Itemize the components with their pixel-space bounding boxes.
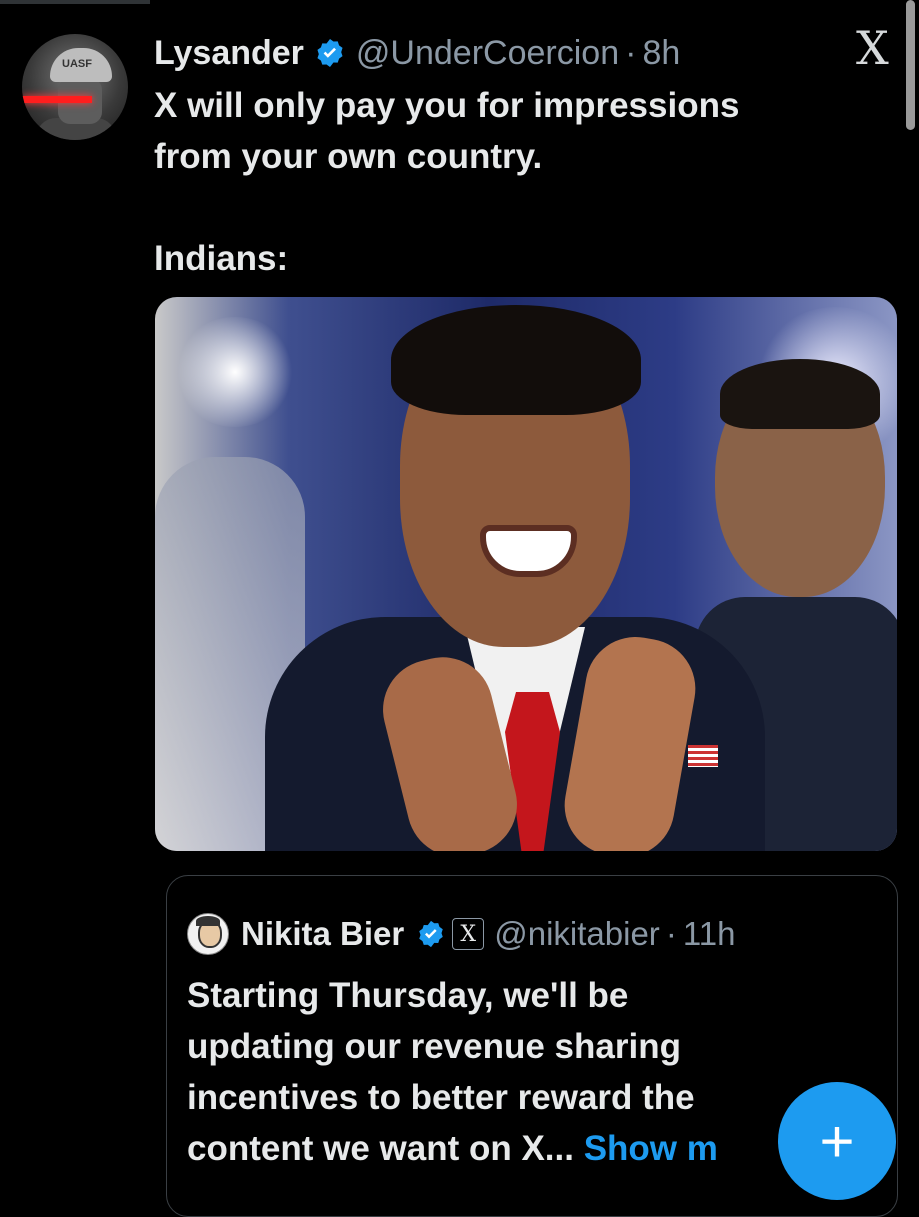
top-divider (0, 0, 150, 4)
tweet-text: X will only pay you for impressions from… (154, 80, 854, 284)
avatar-laser-eye (22, 96, 92, 103)
separator-dot: · (625, 33, 637, 72)
verified-badge-icon (416, 919, 446, 949)
author-name[interactable]: Lysander (154, 34, 304, 73)
quoted-tweet-timestamp[interactable]: 11h (683, 915, 736, 953)
author-avatar[interactable]: UASF (22, 34, 128, 140)
quoted-text-line: Starting Thursday, we'll be (187, 976, 629, 1015)
quoted-author-name[interactable]: Nikita Bier (241, 915, 404, 953)
avatar-helmet-text: UASF (62, 58, 92, 70)
affiliate-x-badge-icon: X (452, 918, 485, 950)
tweet-header: Lysander @UnderCoercion · 8h (154, 28, 680, 78)
separator-dot: · (665, 915, 677, 952)
background-man-hair (720, 359, 880, 429)
quoted-text-last: content we want on X... (187, 1129, 574, 1168)
tweet-text-line: Indians: (154, 239, 289, 278)
author-handle[interactable]: @UnderCoercion (356, 34, 619, 73)
tweet-text-line: from your own country. (154, 137, 543, 176)
x-logo-icon: X (856, 21, 889, 75)
compose-button[interactable]: + (778, 1082, 896, 1200)
tweet-media-photo[interactable] (155, 297, 897, 851)
verified-badge-icon (314, 37, 346, 69)
man-hair (391, 305, 641, 415)
quoted-author-handle[interactable]: @nikitabier (494, 915, 660, 953)
quoted-author-avatar[interactable] (187, 913, 229, 955)
quoted-text-line: updating our revenue sharing (187, 1027, 681, 1066)
show-more-link[interactable]: Show m (584, 1129, 718, 1168)
tweet-text-line: X will only pay you for impressions (154, 86, 740, 125)
quoted-tweet-header: Nikita Bier X @nikitabier · 11h (187, 912, 735, 956)
compose-plus-icon: + (819, 1107, 855, 1175)
flag-pin (688, 745, 718, 767)
scrollbar-thumb[interactable] (906, 0, 915, 130)
tweet-timestamp[interactable]: 8h (642, 34, 680, 73)
